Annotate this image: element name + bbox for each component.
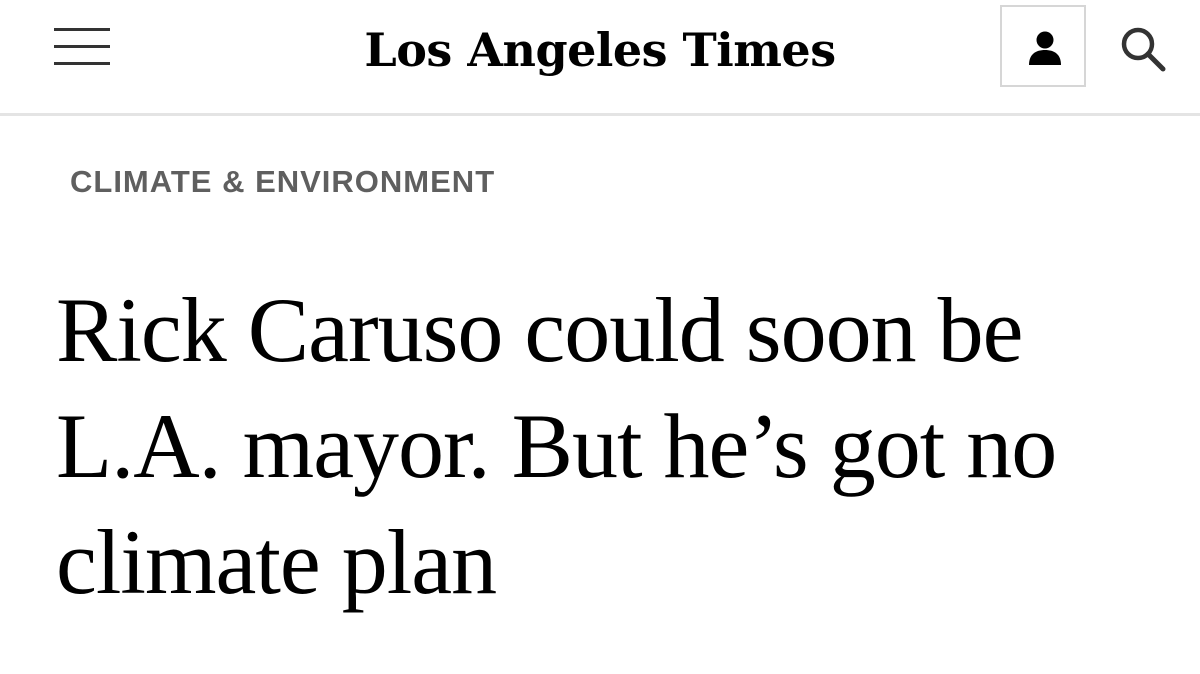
hamburger-menu-icon [54,28,110,31]
site-logo[interactable]: Los Angeles Times [300,20,900,80]
search-button[interactable] [1118,24,1170,76]
section-label[interactable]: CLIMATE & ENVIRONMENT [70,162,495,202]
account-button[interactable] [1000,5,1086,87]
site-header: Los Angeles Times [0,0,1200,116]
menu-button[interactable] [54,24,112,70]
headline: Rick Caruso could soon be L.A. mayor. Bu… [56,279,1057,613]
search-icon [1121,27,1166,72]
user-icon [1029,31,1061,65]
